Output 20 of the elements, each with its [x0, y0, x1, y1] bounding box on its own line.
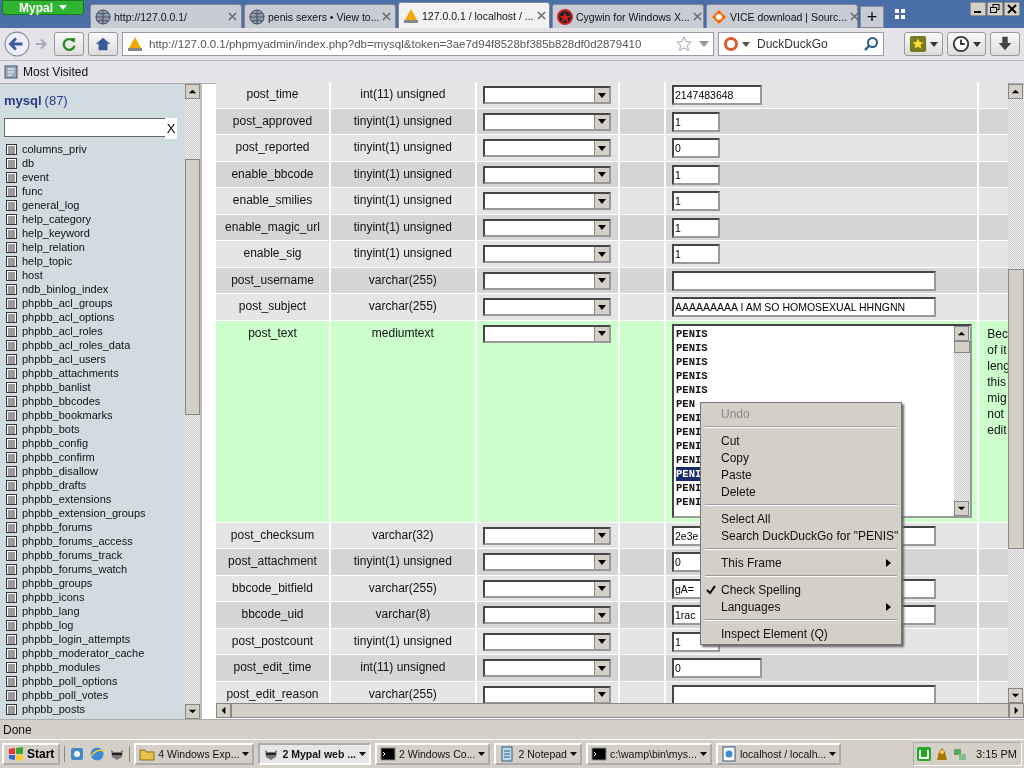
text-line: PENIS — [676, 382, 708, 397]
tab-title: penis sexers • View to... — [268, 10, 380, 23]
status-text: Done — [3, 722, 32, 737]
tab-title: VICE download | Sourc... — [730, 10, 848, 23]
text-line: PENI — [676, 452, 702, 467]
text-line: PENI — [676, 480, 702, 495]
clock: 3:15 PM — [976, 748, 1017, 760]
text-line: PENI — [676, 410, 702, 425]
text-line: PENI — [676, 494, 702, 509]
text-line: PENIS — [676, 354, 708, 369]
text-line: PENIS — [676, 340, 708, 355]
text-line: PENIS — [676, 326, 708, 341]
tab-title: http://127.0.0.1/ — [114, 10, 188, 23]
text-line: PEN — [676, 396, 695, 411]
text-line: PENI — [676, 438, 702, 453]
table-count: (87) — [44, 92, 68, 108]
tab-title: Cygwin for Windows X... — [576, 10, 690, 23]
text-line: PENI — [676, 424, 702, 439]
text-line: PENIS — [676, 368, 708, 383]
tab-title: 127.0.0.1 / localhost / ... — [422, 9, 534, 22]
